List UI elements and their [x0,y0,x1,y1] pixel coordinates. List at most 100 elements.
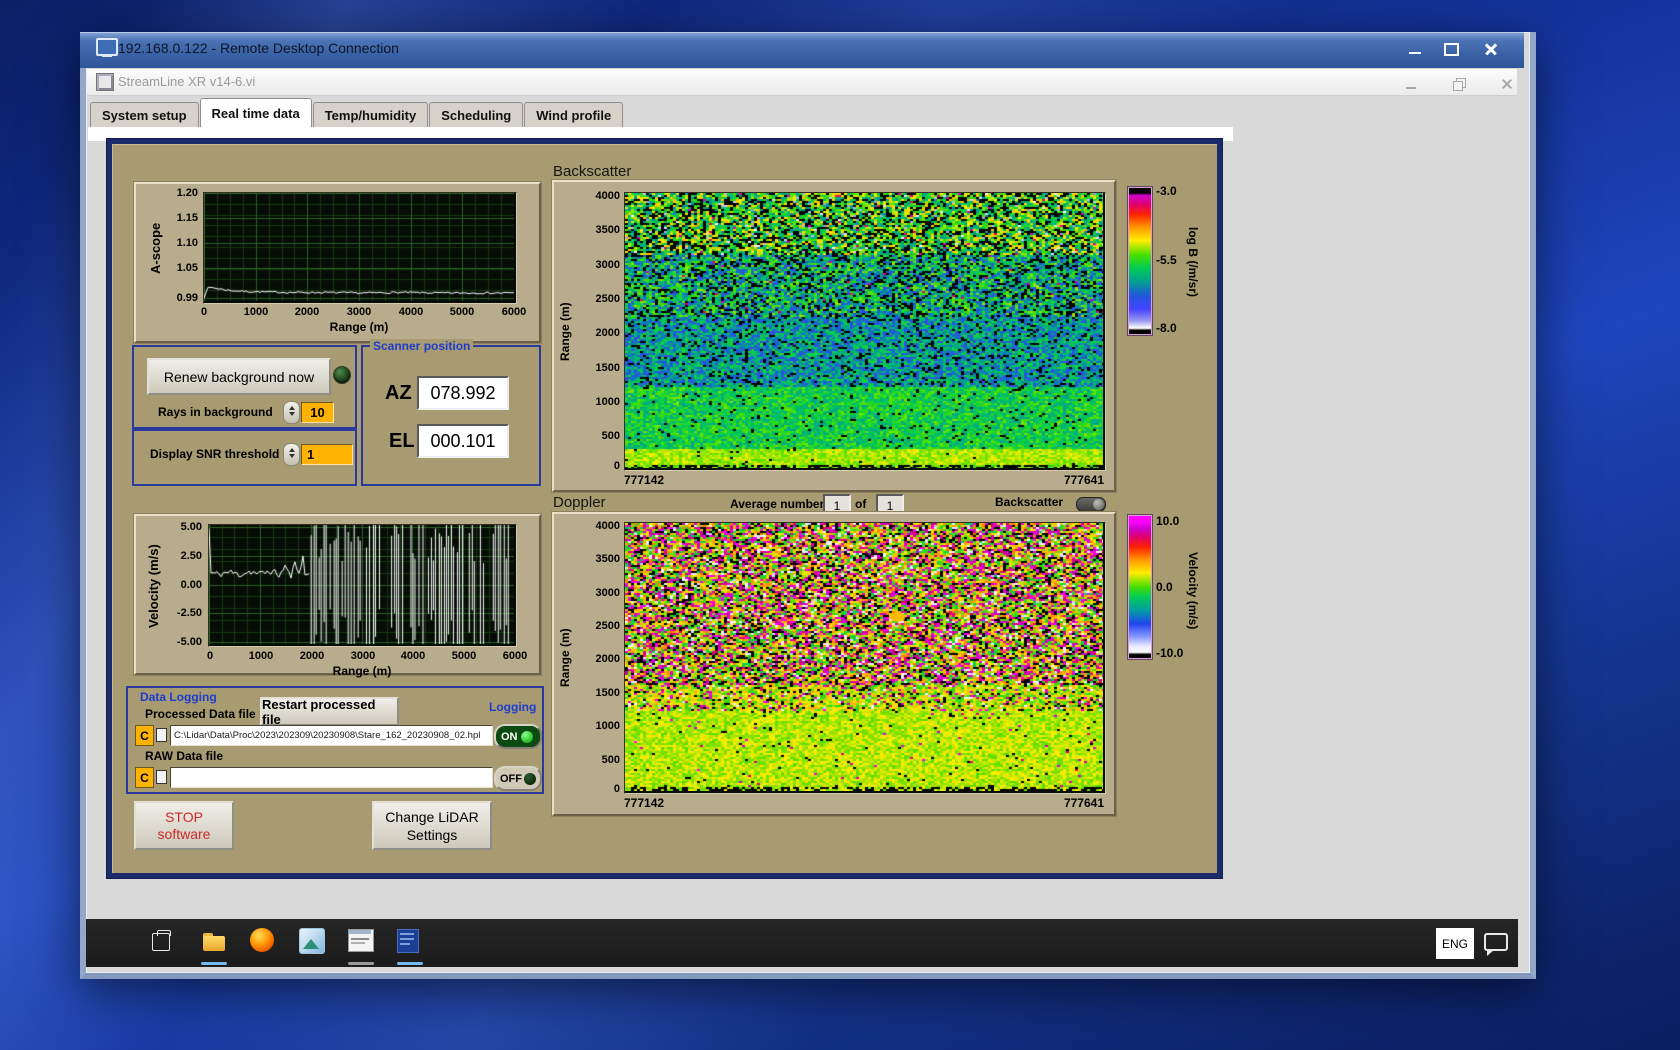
minimize-icon [1409,52,1421,54]
y-tick: -5.00 [176,636,202,648]
tab-real-time-data[interactable]: Real time data [199,98,312,127]
velocity-x-axis-label: Range (m) [332,664,392,678]
y-tick: 2500 [595,620,620,632]
processed-path-value: C:\Lidar\Data\Proc\2023\202309\20230908\… [174,730,481,741]
feedback-chat-button[interactable] [1484,933,1508,956]
el-value-field: 000.101 [417,424,509,458]
vi-close-button[interactable] [1492,72,1522,96]
processed-drive-selector[interactable]: C [135,725,154,746]
app-window-icon-titlebar [349,930,371,934]
off-led-icon [524,772,536,785]
y-tick: 0.00 [180,579,202,591]
minimize-icon [1406,87,1416,89]
ascope-plot [203,192,517,304]
y-tick: 4000 [595,190,620,202]
rays-value: 10 [310,405,325,420]
tab-strip: System setup Real time data Temp/humidit… [90,98,624,127]
rdp-minimize-button[interactable] [1398,37,1432,61]
task-view-button[interactable] [148,929,174,955]
language-code: ENG [1441,936,1468,951]
maximize-icon [1443,42,1459,56]
data-logging-title: Data Logging [140,690,217,704]
processed-browse-icon[interactable] [156,728,167,742]
y-tick: 1500 [595,687,620,699]
tab-scheduling[interactable]: Scheduling [429,102,524,127]
x-tick: 0 [200,306,208,318]
renew-background-button[interactable]: Renew background now [147,358,331,395]
of-label: of [855,497,867,511]
tab-wind-profile[interactable]: Wind profile [524,102,624,127]
x-tick: 3000 [350,650,376,662]
labview-app-button[interactable] [397,929,421,953]
remote-desktop-icon-stand [102,54,112,57]
file-explorer-button[interactable] [201,929,227,955]
rdp-close-button[interactable] [1470,37,1512,61]
x-tick: 2000 [294,306,320,318]
running-app-indicator [348,962,374,965]
vi-minimize-button[interactable] [1396,72,1426,96]
colorbar-tick: 0.0 [1156,580,1173,594]
change-lidar-line2: Settings [406,826,458,843]
rays-value-field[interactable]: 10 [301,402,334,423]
snr-spinner[interactable] [283,443,300,466]
y-tick: 2000 [595,653,620,665]
y-tick: 500 [601,754,620,766]
ascope-x-axis-label: Range (m) [329,320,389,334]
desktop: 192.168.0.122 - Remote Desktop Connectio… [0,0,1680,1050]
task-view-icon-pane [157,930,171,936]
scan-scheduler-button[interactable] [348,929,374,953]
backscatter-colorbar-label: log B (/m/sr) [1186,226,1200,297]
processed-path-field[interactable]: C:\Lidar\Data\Proc\2023\202309\20230908\… [170,725,493,746]
photos-button[interactable] [299,928,325,954]
vi-titlebar[interactable] [87,69,1517,96]
doppler-title: Doppler [553,494,606,511]
y-tick: 3500 [595,553,620,565]
doppler-colorbar-label: Velocity (m/s) [1186,552,1200,630]
doppler-y-axis-label: Range (m) [558,628,572,688]
backscatter-display-toggle[interactable] [1076,497,1106,512]
close-icon [1484,42,1498,56]
x-tick: 1000 [243,306,269,318]
stop-software-button[interactable]: STOP software [134,801,234,850]
raw-logging-toggle[interactable]: OFF [494,766,542,791]
blue-document-icon-line [400,933,414,935]
firefox-button[interactable] [250,928,276,954]
running-app-indicator [201,962,227,965]
scanner-position-title: Scanner position [370,339,474,353]
y-tick: 2500 [595,293,620,305]
colorbar-tick: -5.5 [1156,253,1177,267]
x-tick: 1000 [248,650,274,662]
scanner-position-box [361,345,541,486]
y-tick: 1500 [595,362,620,374]
rdp-maximize-button[interactable] [1434,37,1468,61]
raw-browse-icon[interactable] [156,770,167,784]
backscatter-title: Backscatter [553,163,632,180]
change-lidar-settings-button[interactable]: Change LiDAR Settings [372,801,492,850]
snr-value-field[interactable]: 1 [301,444,353,465]
x-tick: 5000 [449,306,475,318]
y-tick: -2.50 [176,607,202,619]
processed-logging-toggle[interactable]: ON [494,724,542,749]
tab-temp-humidity[interactable]: Temp/humidity [312,102,429,127]
colorbar-tick: -8.0 [1156,321,1177,335]
tab-label: Temp/humidity [324,107,417,123]
renew-background-label: Renew background now [163,368,315,385]
language-indicator[interactable]: ENG [1436,928,1474,959]
el-label: EL [389,430,415,452]
renew-background-led [333,366,351,384]
close-icon [1501,78,1513,90]
snr-threshold-label: Display SNR threshold [150,447,280,461]
logging-label: Logging [489,700,537,714]
doppler-colorbar [1128,515,1152,659]
raw-path-field[interactable] [170,767,493,788]
raw-drive-selector[interactable]: C [135,767,154,788]
x-tick: 3000 [346,306,372,318]
rays-spinner[interactable] [283,401,300,424]
vi-restore-button[interactable] [1444,72,1474,96]
blue-document-icon-line [400,938,414,940]
restart-processed-file-button[interactable]: Restart processed file [260,697,399,727]
tab-label: Wind profile [536,107,612,123]
restore-icon [1453,78,1466,91]
spinner-down-icon [288,412,295,416]
tab-system-setup[interactable]: System setup [90,102,199,127]
